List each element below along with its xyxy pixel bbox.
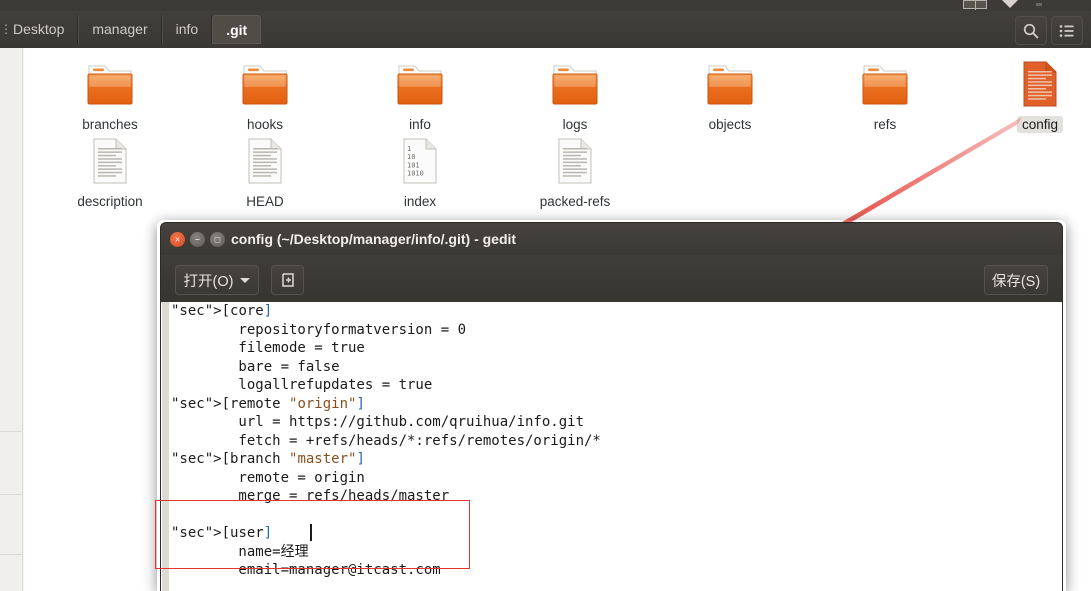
file-icon — [372, 60, 468, 112]
file-item-hooks[interactable]: hooks — [217, 60, 313, 134]
file-item-refs[interactable]: refs — [837, 60, 933, 134]
file-item-label: HEAD — [246, 194, 284, 209]
file-icon — [527, 60, 623, 112]
file-icon: 1 10 101 1010 — [372, 137, 468, 189]
file-item-config[interactable]: config — [992, 60, 1088, 134]
file-icon — [837, 60, 933, 112]
screen: ⋮ Desktop manager info .git branches hoo… — [0, 0, 1091, 591]
breadcrumb-item-desktop[interactable]: Desktop — [0, 15, 79, 44]
file-manager-toolbar: ⋮ Desktop manager info .git — [0, 11, 1091, 49]
panel-menu-dot-icon[interactable] — [1036, 3, 1042, 6]
text-file-icon-orange — [1023, 61, 1057, 107]
file-item-label: branches — [82, 117, 138, 132]
maximize-button[interactable]: □ — [210, 232, 225, 247]
file-item-logs[interactable]: logs — [527, 60, 623, 134]
search-icon — [1023, 23, 1039, 38]
user-section-highlight — [155, 500, 470, 569]
svg-text:1010: 1010 — [407, 170, 424, 178]
folder-icon — [552, 65, 598, 105]
file-item-objects[interactable]: objects — [682, 60, 778, 134]
new-document-button[interactable] — [271, 265, 304, 295]
folder-icon — [242, 65, 288, 105]
file-item-head[interactable]: HEAD — [217, 137, 313, 211]
text-cursor — [310, 524, 312, 541]
view-toggle-button[interactable] — [1051, 16, 1083, 45]
file-icon — [527, 137, 623, 189]
folder-icon — [862, 65, 908, 105]
file-item-index[interactable]: 1 10 101 1010 index — [372, 137, 468, 211]
svg-text:101: 101 — [407, 161, 420, 169]
window-title: config (~/Desktop/manager/info/.git) - g… — [231, 231, 517, 247]
folder-icon — [87, 65, 133, 105]
open-button[interactable]: 打开(O) — [175, 265, 259, 295]
save-button[interactable]: 保存(S) — [984, 265, 1048, 295]
file-item-label: logs — [562, 117, 588, 132]
binary-file-icon: 1101011010 — [403, 138, 437, 184]
close-icon: × — [174, 234, 181, 244]
file-item-label: refs — [873, 117, 897, 132]
chevron-down-icon — [240, 277, 251, 283]
file-item-branches[interactable]: branches — [62, 60, 158, 134]
file-icon — [217, 137, 313, 189]
text-file-icon — [93, 138, 127, 184]
folder-icon — [707, 65, 753, 105]
keyboard-indicator-icon[interactable] — [963, 0, 987, 10]
save-button-label: 保存(S) — [991, 273, 1041, 290]
breadcrumb: Desktop manager info .git — [0, 15, 262, 44]
breadcrumb-item-info[interactable]: info — [161, 15, 213, 44]
file-icon — [682, 60, 778, 112]
list-view-icon — [1059, 24, 1074, 37]
chevron-down-icon[interactable] — [1002, 0, 1018, 8]
minimize-button[interactable]: − — [190, 232, 205, 247]
breadcrumb-item-git[interactable]: .git — [212, 15, 262, 44]
unity-top-panel — [0, 0, 1091, 11]
file-item-info[interactable]: info — [372, 60, 468, 134]
text-file-icon — [558, 138, 592, 184]
minimize-icon: − — [194, 234, 201, 244]
file-item-label: packed-refs — [539, 194, 611, 209]
places-sidebar[interactable] — [0, 48, 23, 591]
file-icon — [62, 60, 158, 112]
breadcrumb-item-manager[interactable]: manager — [78, 15, 162, 44]
file-item-label: description — [77, 194, 143, 209]
new-document-icon — [281, 273, 294, 287]
search-button[interactable] — [1015, 16, 1047, 45]
folder-icon — [397, 65, 443, 105]
file-item-description[interactable]: description — [62, 137, 158, 211]
file-item-label: config — [1016, 116, 1064, 133]
open-button-label: 打开(O) — [183, 273, 234, 290]
close-button[interactable]: × — [170, 232, 185, 247]
sidebar-divider — [23, 48, 24, 591]
file-item-label: info — [409, 117, 431, 132]
svg-text:10: 10 — [407, 153, 415, 161]
text-file-icon — [248, 138, 282, 184]
file-item-packed-refs[interactable]: packed-refs — [527, 137, 623, 211]
file-icon — [992, 60, 1088, 112]
file-item-label: hooks — [246, 117, 284, 132]
gedit-toolbar: 打开(O) 保存(S) — [160, 255, 1063, 302]
gedit-titlebar[interactable]: × − □ config (~/Desktop/manager/info/.gi… — [160, 222, 1063, 255]
file-icon — [62, 137, 158, 189]
file-item-label: index — [403, 194, 437, 209]
svg-text:1: 1 — [407, 145, 411, 153]
file-item-label: objects — [708, 117, 752, 132]
maximize-icon: □ — [214, 234, 221, 244]
file-icon — [217, 60, 313, 112]
